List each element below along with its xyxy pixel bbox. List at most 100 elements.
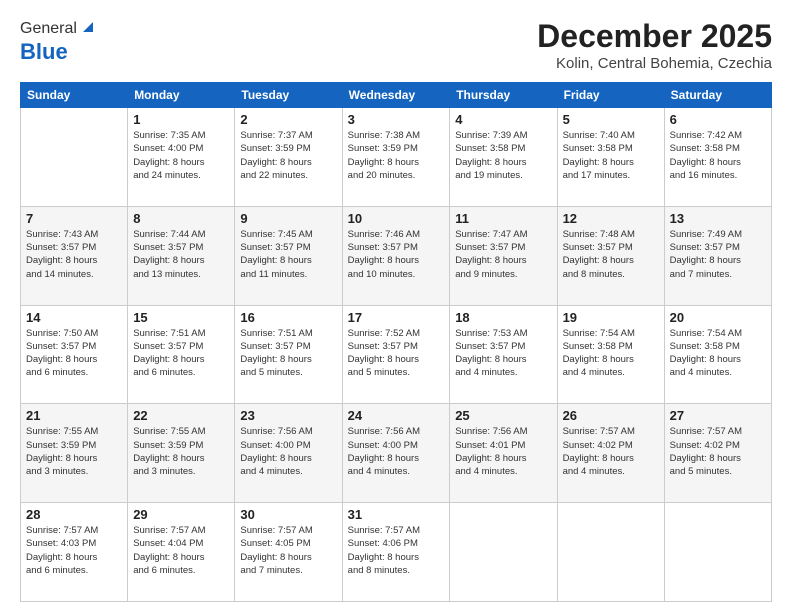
day-number: 26 [563,408,659,423]
calendar-cell: 23Sunrise: 7:56 AMSunset: 4:00 PMDayligh… [235,404,342,503]
calendar-cell: 12 Sunrise: 7:48 AMSunset: 3:57 PMDayligh… [557,206,664,305]
calendar-cell: 27 Sunrise: 7:57 AMSunset: 4:02 PMDayligh… [664,404,771,503]
day-number: 20 [670,310,766,325]
day-number: 4 [455,112,551,127]
calendar: Sunday Monday Tuesday Wednesday Thursday… [20,82,772,602]
day-info: Sunrise: 7:38 AMSunset: 3:59 PMDaylight:… [348,129,445,182]
day-info: Sunrise: 7:51 AMSunset: 3:57 PMDaylight:… [240,327,336,380]
day-info: Sunrise: 7:42 AMSunset: 3:58 PMDaylight:… [670,129,766,182]
calendar-cell: 28Sunrise: 7:57 AMSunset: 4:03 PMDayligh… [21,503,128,602]
calendar-cell: 5 Sunrise: 7:40 AMSunset: 3:58 PMDaylight… [557,108,664,207]
day-info: Sunrise: 7:52 AMSunset: 3:57 PMDaylight:… [348,327,445,380]
calendar-cell [664,503,771,602]
calendar-cell: 4Sunrise: 7:39 AMSunset: 3:58 PMDaylight… [450,108,557,207]
calendar-cell: 9 Sunrise: 7:45 AMSunset: 3:57 PMDaylight… [235,206,342,305]
day-info: Sunrise: 7:53 AMSunset: 3:57 PMDaylight:… [455,327,551,380]
day-info: Sunrise: 7:57 AMSunset: 4:02 PMDaylight:… [563,425,659,478]
day-number: 10 [348,211,445,226]
day-number: 25 [455,408,551,423]
month-title: December 2025 [537,18,772,55]
day-info: Sunrise: 7:55 AMSunset: 3:59 PMDaylight:… [26,425,122,478]
calendar-cell: 13 Sunrise: 7:49 AMSunset: 3:57 PMDayligh… [664,206,771,305]
day-number: 19 [563,310,659,325]
calendar-cell: 7 Sunrise: 7:43 AMSunset: 3:57 PMDaylight… [21,206,128,305]
calendar-cell: 31Sunrise: 7:57 AMSunset: 4:06 PMDayligh… [342,503,450,602]
logo: General Blue [20,18,95,65]
calendar-cell: 14 Sunrise: 7:50 AMSunset: 3:57 PMDayligh… [21,305,128,404]
calendar-cell [21,108,128,207]
calendar-cell: 24 Sunrise: 7:56 AMSunset: 4:00 PMDayligh… [342,404,450,503]
day-number: 27 [670,408,766,423]
logo-general-text: General [20,20,77,38]
calendar-cell: 1Sunrise: 7:35 AMSunset: 4:00 PMDaylight… [128,108,235,207]
calendar-cell: 21 Sunrise: 7:55 AMSunset: 3:59 PMDayligh… [21,404,128,503]
day-info: Sunrise: 7:54 AMSunset: 3:58 PMDaylight:… [563,327,659,380]
day-number: 13 [670,211,766,226]
day-info: Sunrise: 7:57 AMSunset: 4:05 PMDaylight:… [240,524,336,577]
calendar-cell: 11 Sunrise: 7:47 AMSunset: 3:57 PMDayligh… [450,206,557,305]
calendar-cell: 15Sunrise: 7:51 AMSunset: 3:57 PMDayligh… [128,305,235,404]
day-info: Sunrise: 7:45 AMSunset: 3:57 PMDaylight:… [240,228,336,281]
day-number: 16 [240,310,336,325]
col-saturday: Saturday [664,83,771,108]
day-info: Sunrise: 7:56 AMSunset: 4:01 PMDaylight:… [455,425,551,478]
day-number: 5 [563,112,659,127]
day-info: Sunrise: 7:56 AMSunset: 4:00 PMDaylight:… [240,425,336,478]
day-number: 1 [133,112,229,127]
day-info: Sunrise: 7:48 AMSunset: 3:57 PMDaylight:… [563,228,659,281]
day-number: 21 [26,408,122,423]
calendar-cell: 17 Sunrise: 7:52 AMSunset: 3:57 PMDayligh… [342,305,450,404]
day-info: Sunrise: 7:46 AMSunset: 3:57 PMDaylight:… [348,228,445,281]
day-info: Sunrise: 7:47 AMSunset: 3:57 PMDaylight:… [455,228,551,281]
day-info: Sunrise: 7:49 AMSunset: 3:57 PMDaylight:… [670,228,766,281]
day-info: Sunrise: 7:51 AMSunset: 3:57 PMDaylight:… [133,327,229,380]
calendar-cell: 2Sunrise: 7:37 AMSunset: 3:59 PMDaylight… [235,108,342,207]
day-number: 14 [26,310,122,325]
calendar-cell: 19 Sunrise: 7:54 AMSunset: 3:58 PMDayligh… [557,305,664,404]
day-number: 6 [670,112,766,127]
calendar-cell: 8Sunrise: 7:44 AMSunset: 3:57 PMDaylight… [128,206,235,305]
col-monday: Monday [128,83,235,108]
day-info: Sunrise: 7:57 AMSunset: 4:03 PMDaylight:… [26,524,122,577]
day-number: 9 [240,211,336,226]
day-info: Sunrise: 7:50 AMSunset: 3:57 PMDaylight:… [26,327,122,380]
calendar-cell: 30 Sunrise: 7:57 AMSunset: 4:05 PMDayligh… [235,503,342,602]
calendar-header-row: Sunday Monday Tuesday Wednesday Thursday… [21,83,772,108]
day-info: Sunrise: 7:40 AMSunset: 3:58 PMDaylight:… [563,129,659,182]
day-info: Sunrise: 7:56 AMSunset: 4:00 PMDaylight:… [348,425,445,478]
col-tuesday: Tuesday [235,83,342,108]
day-info: Sunrise: 7:54 AMSunset: 3:58 PMDaylight:… [670,327,766,380]
day-number: 24 [348,408,445,423]
logo-icon [79,18,95,34]
calendar-cell: 29 Sunrise: 7:57 AMSunset: 4:04 PMDayligh… [128,503,235,602]
day-number: 7 [26,211,122,226]
day-number: 11 [455,211,551,226]
calendar-cell [450,503,557,602]
day-info: Sunrise: 7:43 AMSunset: 3:57 PMDaylight:… [26,228,122,281]
day-number: 30 [240,507,336,522]
day-info: Sunrise: 7:55 AMSunset: 3:59 PMDaylight:… [133,425,229,478]
title-block: December 2025 Kolin, Central Bohemia, Cz… [537,18,772,72]
calendar-cell: 6 Sunrise: 7:42 AMSunset: 3:58 PMDaylight… [664,108,771,207]
location: Kolin, Central Bohemia, Czechia [537,55,772,72]
day-info: Sunrise: 7:57 AMSunset: 4:04 PMDaylight:… [133,524,229,577]
day-info: Sunrise: 7:57 AMSunset: 4:02 PMDaylight:… [670,425,766,478]
day-number: 29 [133,507,229,522]
day-number: 3 [348,112,445,127]
day-number: 12 [563,211,659,226]
day-number: 17 [348,310,445,325]
day-info: Sunrise: 7:57 AMSunset: 4:06 PMDaylight:… [348,524,445,577]
day-number: 8 [133,211,229,226]
day-number: 18 [455,310,551,325]
calendar-cell: 18 Sunrise: 7:53 AMSunset: 3:57 PMDayligh… [450,305,557,404]
calendar-cell: 20 Sunrise: 7:54 AMSunset: 3:58 PMDayligh… [664,305,771,404]
calendar-cell: 22 Sunrise: 7:55 AMSunset: 3:59 PMDayligh… [128,404,235,503]
calendar-cell: 16 Sunrise: 7:51 AMSunset: 3:57 PMDayligh… [235,305,342,404]
calendar-cell: 26 Sunrise: 7:57 AMSunset: 4:02 PMDayligh… [557,404,664,503]
col-sunday: Sunday [21,83,128,108]
col-thursday: Thursday [450,83,557,108]
day-number: 22 [133,408,229,423]
day-info: Sunrise: 7:37 AMSunset: 3:59 PMDaylight:… [240,129,336,182]
logo-blue-text: Blue [20,39,68,65]
col-wednesday: Wednesday [342,83,450,108]
